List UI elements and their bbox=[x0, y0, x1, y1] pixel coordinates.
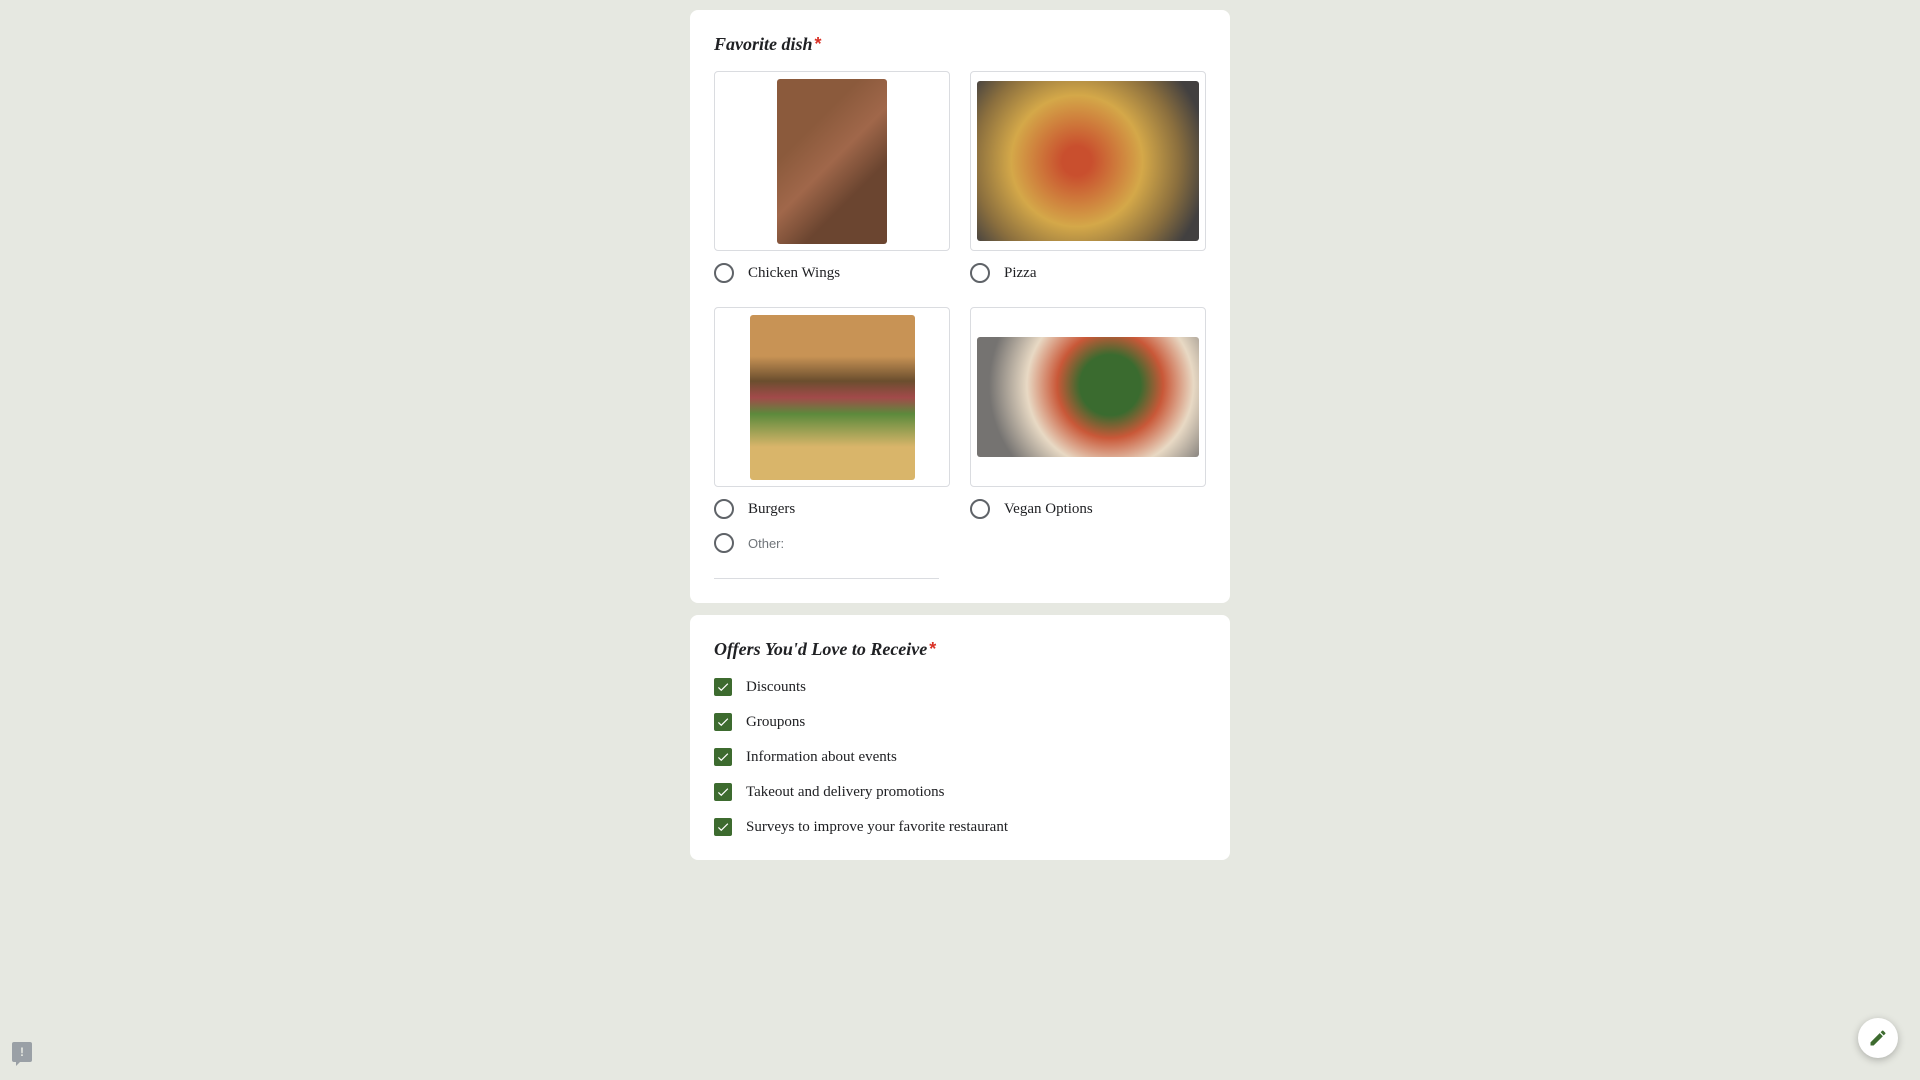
check-icon bbox=[716, 785, 730, 799]
burger-image bbox=[750, 315, 915, 480]
label-surveys: Surveys to improve your favorite restaur… bbox=[746, 819, 1008, 836]
checkbox-takeout[interactable] bbox=[714, 783, 732, 801]
option-burgers: Burgers bbox=[714, 307, 950, 519]
image-box-chicken-wings[interactable] bbox=[714, 71, 950, 251]
dish-image-grid: Chicken Wings Pizza Burgers bbox=[714, 71, 1206, 519]
chicken-wings-image bbox=[777, 79, 887, 244]
label-other: Other: bbox=[748, 536, 784, 551]
option-chicken-wings: Chicken Wings bbox=[714, 71, 950, 283]
offers-checkbox-list: Discounts Groupons Information about eve… bbox=[714, 678, 1206, 836]
question-title-offers: Offers You'd Love to Receive* bbox=[714, 639, 1206, 660]
radio-vegan[interactable] bbox=[970, 499, 990, 519]
radio-chicken-wings[interactable] bbox=[714, 263, 734, 283]
required-asterisk: * bbox=[929, 639, 936, 659]
label-discounts: Discounts bbox=[746, 679, 806, 696]
question-title-text: Favorite dish bbox=[714, 34, 813, 54]
image-box-vegan[interactable] bbox=[970, 307, 1206, 487]
label-groupons: Groupons bbox=[746, 714, 805, 731]
check-icon bbox=[716, 680, 730, 694]
label-chicken-wings: Chicken Wings bbox=[748, 265, 840, 282]
pencil-icon bbox=[1868, 1028, 1888, 1048]
check-icon bbox=[716, 820, 730, 834]
checkbox-surveys[interactable] bbox=[714, 818, 732, 836]
radio-row-chicken-wings[interactable]: Chicken Wings bbox=[714, 263, 950, 283]
favorite-dish-card: Favorite dish* Chicken Wings Pizza bbox=[690, 10, 1230, 603]
checkbox-groupons[interactable] bbox=[714, 713, 732, 731]
radio-burgers[interactable] bbox=[714, 499, 734, 519]
radio-pizza[interactable] bbox=[970, 263, 990, 283]
checkbox-row-takeout[interactable]: Takeout and delivery promotions bbox=[714, 783, 1206, 801]
vegan-image bbox=[977, 337, 1199, 457]
other-input[interactable] bbox=[714, 555, 939, 579]
label-burgers: Burgers bbox=[748, 501, 795, 518]
checkbox-discounts[interactable] bbox=[714, 678, 732, 696]
image-box-pizza[interactable] bbox=[970, 71, 1206, 251]
radio-row-burgers[interactable]: Burgers bbox=[714, 499, 950, 519]
required-asterisk: * bbox=[815, 34, 822, 54]
checkbox-row-groupons[interactable]: Groupons bbox=[714, 713, 1206, 731]
option-vegan: Vegan Options bbox=[970, 307, 1206, 519]
radio-row-other[interactable]: Other: bbox=[714, 533, 1206, 553]
checkbox-row-events[interactable]: Information about events bbox=[714, 748, 1206, 766]
edit-fab-button[interactable] bbox=[1858, 1018, 1898, 1058]
checkbox-events[interactable] bbox=[714, 748, 732, 766]
label-takeout: Takeout and delivery promotions bbox=[746, 784, 945, 801]
label-vegan: Vegan Options bbox=[1004, 501, 1093, 518]
checkbox-row-discounts[interactable]: Discounts bbox=[714, 678, 1206, 696]
label-events: Information about events bbox=[746, 749, 897, 766]
checkbox-row-surveys[interactable]: Surveys to improve your favorite restaur… bbox=[714, 818, 1206, 836]
label-pizza: Pizza bbox=[1004, 265, 1036, 282]
check-icon bbox=[716, 750, 730, 764]
pizza-image bbox=[977, 81, 1199, 241]
question-title-offers-text: Offers You'd Love to Receive bbox=[714, 639, 927, 659]
offers-card: Offers You'd Love to Receive* Discounts … bbox=[690, 615, 1230, 860]
radio-other[interactable] bbox=[714, 533, 734, 553]
option-pizza: Pizza bbox=[970, 71, 1206, 283]
radio-row-pizza[interactable]: Pizza bbox=[970, 263, 1206, 283]
report-problem-button[interactable] bbox=[12, 1042, 32, 1062]
check-icon bbox=[716, 715, 730, 729]
question-title-favorite-dish: Favorite dish* bbox=[714, 34, 1206, 55]
image-box-burgers[interactable] bbox=[714, 307, 950, 487]
radio-row-vegan[interactable]: Vegan Options bbox=[970, 499, 1206, 519]
